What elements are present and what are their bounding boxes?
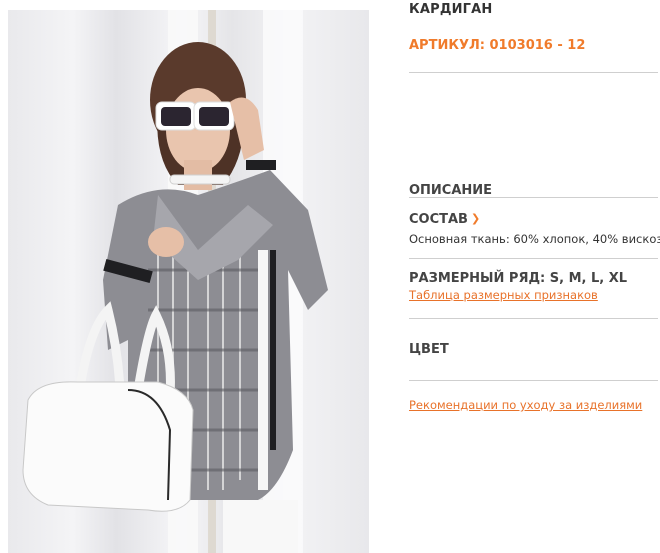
composition-heading: СОСТАВ — [409, 212, 468, 227]
composition-text: Основная ткань: 60% хлопок, 40% вискоза — [409, 232, 660, 246]
article-number: АРТИКУЛ: 0103016 - 12 — [409, 38, 585, 53]
product-title: КАРДИГАН — [409, 2, 493, 17]
chevron-down-icon: ❯ — [470, 212, 481, 225]
size-range-label: РАЗМЕРНЫЙ РЯД: — [409, 271, 546, 286]
divider — [409, 258, 658, 259]
article-label: АРТИКУЛ: — [409, 38, 485, 53]
color-heading: ЦВЕТ — [409, 342, 449, 357]
size-range-values: S, M, L, XL — [549, 271, 628, 286]
model-illustration — [22, 10, 328, 553]
article-value: 0103016 - 12 — [489, 38, 586, 53]
care-recommendations-link[interactable]: Рекомендации по уходу за изделиями — [409, 398, 642, 412]
divider — [409, 72, 658, 73]
product-photo — [8, 10, 369, 553]
size-range: РАЗМЕРНЫЙ РЯД: S, M, L, XL — [409, 271, 627, 286]
size-table-link[interactable]: Таблица размерных признаков — [409, 288, 598, 302]
divider — [409, 380, 658, 381]
composition-toggle[interactable]: СОСТАВ ❯ — [409, 212, 480, 227]
divider — [409, 318, 658, 319]
description-heading[interactable]: ОПИСАНИЕ — [409, 183, 492, 198]
